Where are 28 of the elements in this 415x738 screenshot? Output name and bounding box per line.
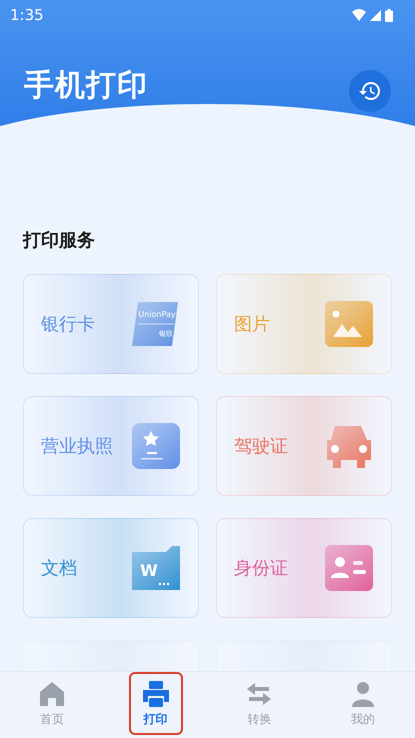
- history-button[interactable]: [349, 70, 391, 112]
- image-icon: [323, 300, 375, 348]
- service-card[interactable]: 文档 W: [23, 518, 199, 618]
- nav-tab[interactable]: 我的: [336, 672, 390, 735]
- service-label: 身份证: [234, 557, 288, 580]
- service-card[interactable]: 身份证: [216, 518, 392, 618]
- service-label: 文档: [41, 557, 77, 580]
- history-icon: [358, 79, 382, 103]
- battery-icon: [385, 8, 393, 22]
- service-label: 营业执照: [41, 435, 113, 458]
- section-title: 打印服务: [23, 229, 96, 252]
- wifi-icon: [352, 9, 366, 21]
- status-time: 1:35: [10, 6, 44, 24]
- service-label: 银行卡: [41, 313, 95, 336]
- service-label: 图片: [234, 313, 270, 336]
- app-title: 手机打印: [24, 66, 148, 104]
- nav-tab[interactable]: 打印: [128, 672, 183, 735]
- service-card[interactable]: 图片: [216, 274, 392, 374]
- license-icon: [130, 422, 182, 470]
- service-label: 驾驶证: [234, 435, 288, 458]
- document-folder-icon: W: [130, 544, 182, 592]
- service-card[interactable]: 营业执照: [23, 396, 199, 496]
- service-card[interactable]: 驾驶证: [216, 396, 392, 496]
- printer-icon: [140, 680, 171, 708]
- nav-tab[interactable]: 转换: [232, 672, 286, 735]
- nav-tab[interactable]: 首页: [24, 672, 79, 735]
- id-card-icon: [323, 544, 375, 592]
- signal-icon: [370, 10, 381, 20]
